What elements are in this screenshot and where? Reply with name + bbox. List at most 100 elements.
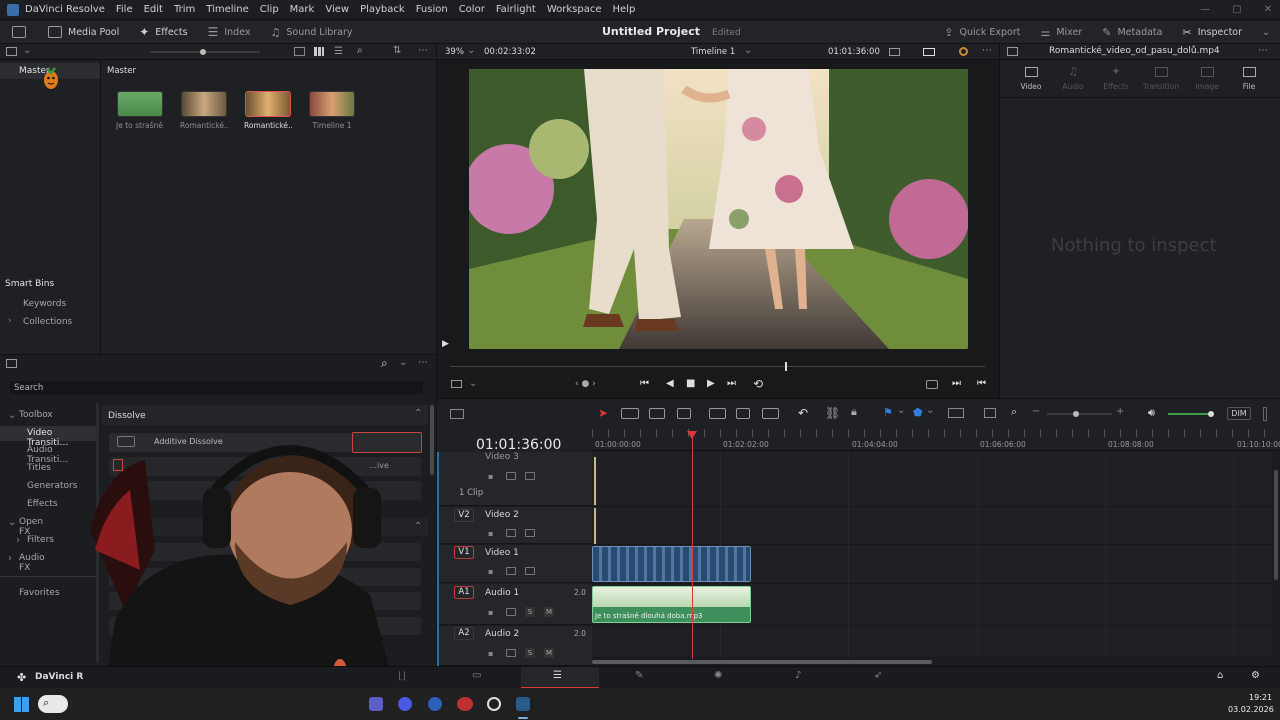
more-options-icon[interactable]: ⋯ (418, 45, 428, 56)
track-header-a1[interactable]: A1 Audio 1 2.0 ▪ S M (438, 584, 592, 625)
chevron-down-icon[interactable]: ⌄ (469, 378, 477, 389)
page-media-icon[interactable]: ⌊⌋ (398, 671, 406, 682)
chevron-down-icon[interactable]: ⌄ (897, 405, 905, 416)
track-id[interactable]: A1 (454, 586, 474, 599)
page-color-icon[interactable]: ✺ (714, 670, 722, 681)
sort-icon[interactable]: ⇅ (393, 45, 401, 56)
inspector-button[interactable]: ✂ Inspector (1172, 21, 1252, 44)
lock-track-icon[interactable]: ▪ (488, 529, 498, 538)
track-lane-v3[interactable] (592, 452, 1272, 507)
more-options-icon[interactable]: ⋯ (1258, 45, 1268, 56)
track-id[interactable]: V2 (454, 509, 474, 522)
lock-track-icon[interactable]: ▪ (488, 649, 498, 658)
color-wheel-icon[interactable] (959, 47, 968, 56)
effects-search-field[interactable] (10, 381, 423, 394)
track-visibility-icon[interactable] (525, 567, 535, 575)
lock-icon[interactable]: 🔒︎ (851, 405, 857, 419)
menu-view[interactable]: View (325, 4, 349, 15)
track-header-v1[interactable]: V1 Video 1 ▪ (438, 545, 592, 583)
link-icon[interactable]: ⛓ (825, 406, 840, 420)
viewer-mode-icon[interactable] (889, 48, 900, 56)
menu-timeline[interactable]: Timeline (206, 4, 249, 15)
zoom-in-icon[interactable]: + (1116, 406, 1124, 417)
media-clip[interactable]: Timeline 1 (308, 91, 356, 130)
panel-toggle-icon[interactable] (6, 359, 17, 368)
media-pool-button[interactable]: Media Pool (38, 21, 129, 44)
close-icon[interactable]: ✕ (1264, 4, 1272, 15)
favorites-header[interactable]: Favorites (19, 588, 60, 598)
zoom-out-icon[interactable]: − (1032, 406, 1040, 417)
smart-bin-collections[interactable]: Collections (23, 317, 72, 327)
menu-fairlight[interactable]: Fairlight (496, 4, 536, 15)
minimize-icon[interactable]: — (1200, 4, 1210, 15)
go-to-end-icon[interactable]: ⏭ (727, 378, 736, 389)
mixer-button[interactable]: ⚌ Mixer (1030, 21, 1092, 44)
auto-select-icon[interactable] (506, 649, 516, 657)
solo-button[interactable]: S (525, 607, 535, 617)
tree-item-selected[interactable]: Video Transiti… (0, 426, 96, 448)
track-header-a2[interactable]: A2 Audio 2 2.0 ▪ S M (438, 626, 592, 666)
prev-frame-icon[interactable]: ⏮ (977, 378, 986, 389)
home-icon[interactable]: ⌂ (1217, 670, 1223, 681)
thumbnail-view-icon[interactable] (314, 47, 324, 56)
timeline-vscroll[interactable] (1274, 470, 1278, 580)
record-app-icon[interactable] (457, 697, 473, 711)
windows-start-icon[interactable] (14, 697, 29, 712)
stop-icon[interactable]: ■ (686, 378, 695, 389)
zoom-slider[interactable] (150, 49, 260, 55)
custom-zoom-icon[interactable]: ⌕ (1011, 405, 1017, 419)
chevron-up-icon[interactable]: ⌃ (414, 408, 422, 419)
tab-transition[interactable]: Transition (1142, 65, 1180, 92)
play-icon[interactable]: ▶ (707, 378, 715, 389)
volume-icon[interactable]: 🔊︎ (1148, 406, 1155, 420)
chevron-right-icon[interactable]: › (8, 316, 12, 326)
audio-clip[interactable]: Je to strašně dlouhá doba.mp3 (592, 586, 751, 623)
track-lane-a2[interactable] (592, 626, 1272, 658)
word-app-icon[interactable] (428, 697, 442, 711)
collapse-button[interactable]: ⌄ (1252, 21, 1280, 44)
search-icon[interactable]: ⌕ (381, 356, 388, 371)
trim-tool-icon[interactable] (621, 408, 639, 419)
menu-color[interactable]: Color (459, 4, 485, 15)
menu-help[interactable]: Help (613, 4, 636, 15)
menu-file[interactable]: File (116, 4, 133, 15)
effects-button[interactable]: ✦ Effects (129, 21, 197, 44)
page-deliver-icon[interactable]: ➶ (874, 670, 882, 681)
marker-icon[interactable]: ⬟ (913, 406, 923, 419)
menu-workspace[interactable]: Workspace (547, 4, 602, 15)
viewer-scrub-bar[interactable] (450, 362, 985, 371)
timeline-scrollbar[interactable] (592, 660, 932, 664)
list-view-icon[interactable]: ☰ (334, 46, 343, 57)
media-clip[interactable]: Romantické… (244, 91, 292, 130)
prev-edit-icon[interactable]: ‹ ● › (575, 379, 596, 389)
settings-icon[interactable]: ⚙ (1251, 670, 1260, 681)
metadata-view-icon[interactable] (294, 47, 305, 56)
timeline-selector[interactable]: Timeline 1 (691, 47, 735, 57)
output-mode-icon[interactable] (923, 48, 935, 56)
lock-track-icon[interactable]: ▪ (488, 567, 498, 576)
quick-export-button[interactable]: ⇪ Quick Export (934, 21, 1030, 44)
page-edit-tab[interactable]: ☰ (521, 667, 599, 689)
lock-track-icon[interactable]: ▪ (488, 472, 498, 481)
teams-app-icon[interactable] (369, 697, 383, 711)
track-id[interactable]: V1 (454, 546, 474, 559)
obs-app-icon[interactable] (487, 697, 501, 711)
more-options-icon[interactable]: ⋯ (418, 357, 428, 368)
media-clip[interactable]: Je to strašně… (116, 91, 164, 130)
blade-tool-icon[interactable] (677, 408, 691, 419)
media-clip[interactable]: Romantické… (180, 91, 228, 130)
mute-button[interactable]: M (544, 607, 554, 617)
scrub-playhead[interactable] (785, 362, 787, 371)
monitor-toggle-button[interactable] (0, 21, 38, 44)
tab-image[interactable]: Image (1193, 65, 1221, 92)
track-visibility-icon[interactable] (525, 529, 535, 537)
chevron-down-icon[interactable]: ⌄ (744, 45, 752, 56)
page-fairlight-icon[interactable]: ♪ (795, 670, 801, 681)
menu-fusion[interactable]: Fusion (416, 4, 448, 15)
panel-toggle-icon[interactable] (6, 47, 17, 56)
replace-clip-icon[interactable] (762, 408, 779, 419)
go-to-start-icon[interactable]: ⏮ (640, 378, 649, 389)
chevron-up-icon[interactable]: ⌃ (414, 521, 422, 532)
timeline-options-icon[interactable] (450, 409, 464, 419)
track-lane-v2[interactable] (592, 507, 1272, 545)
